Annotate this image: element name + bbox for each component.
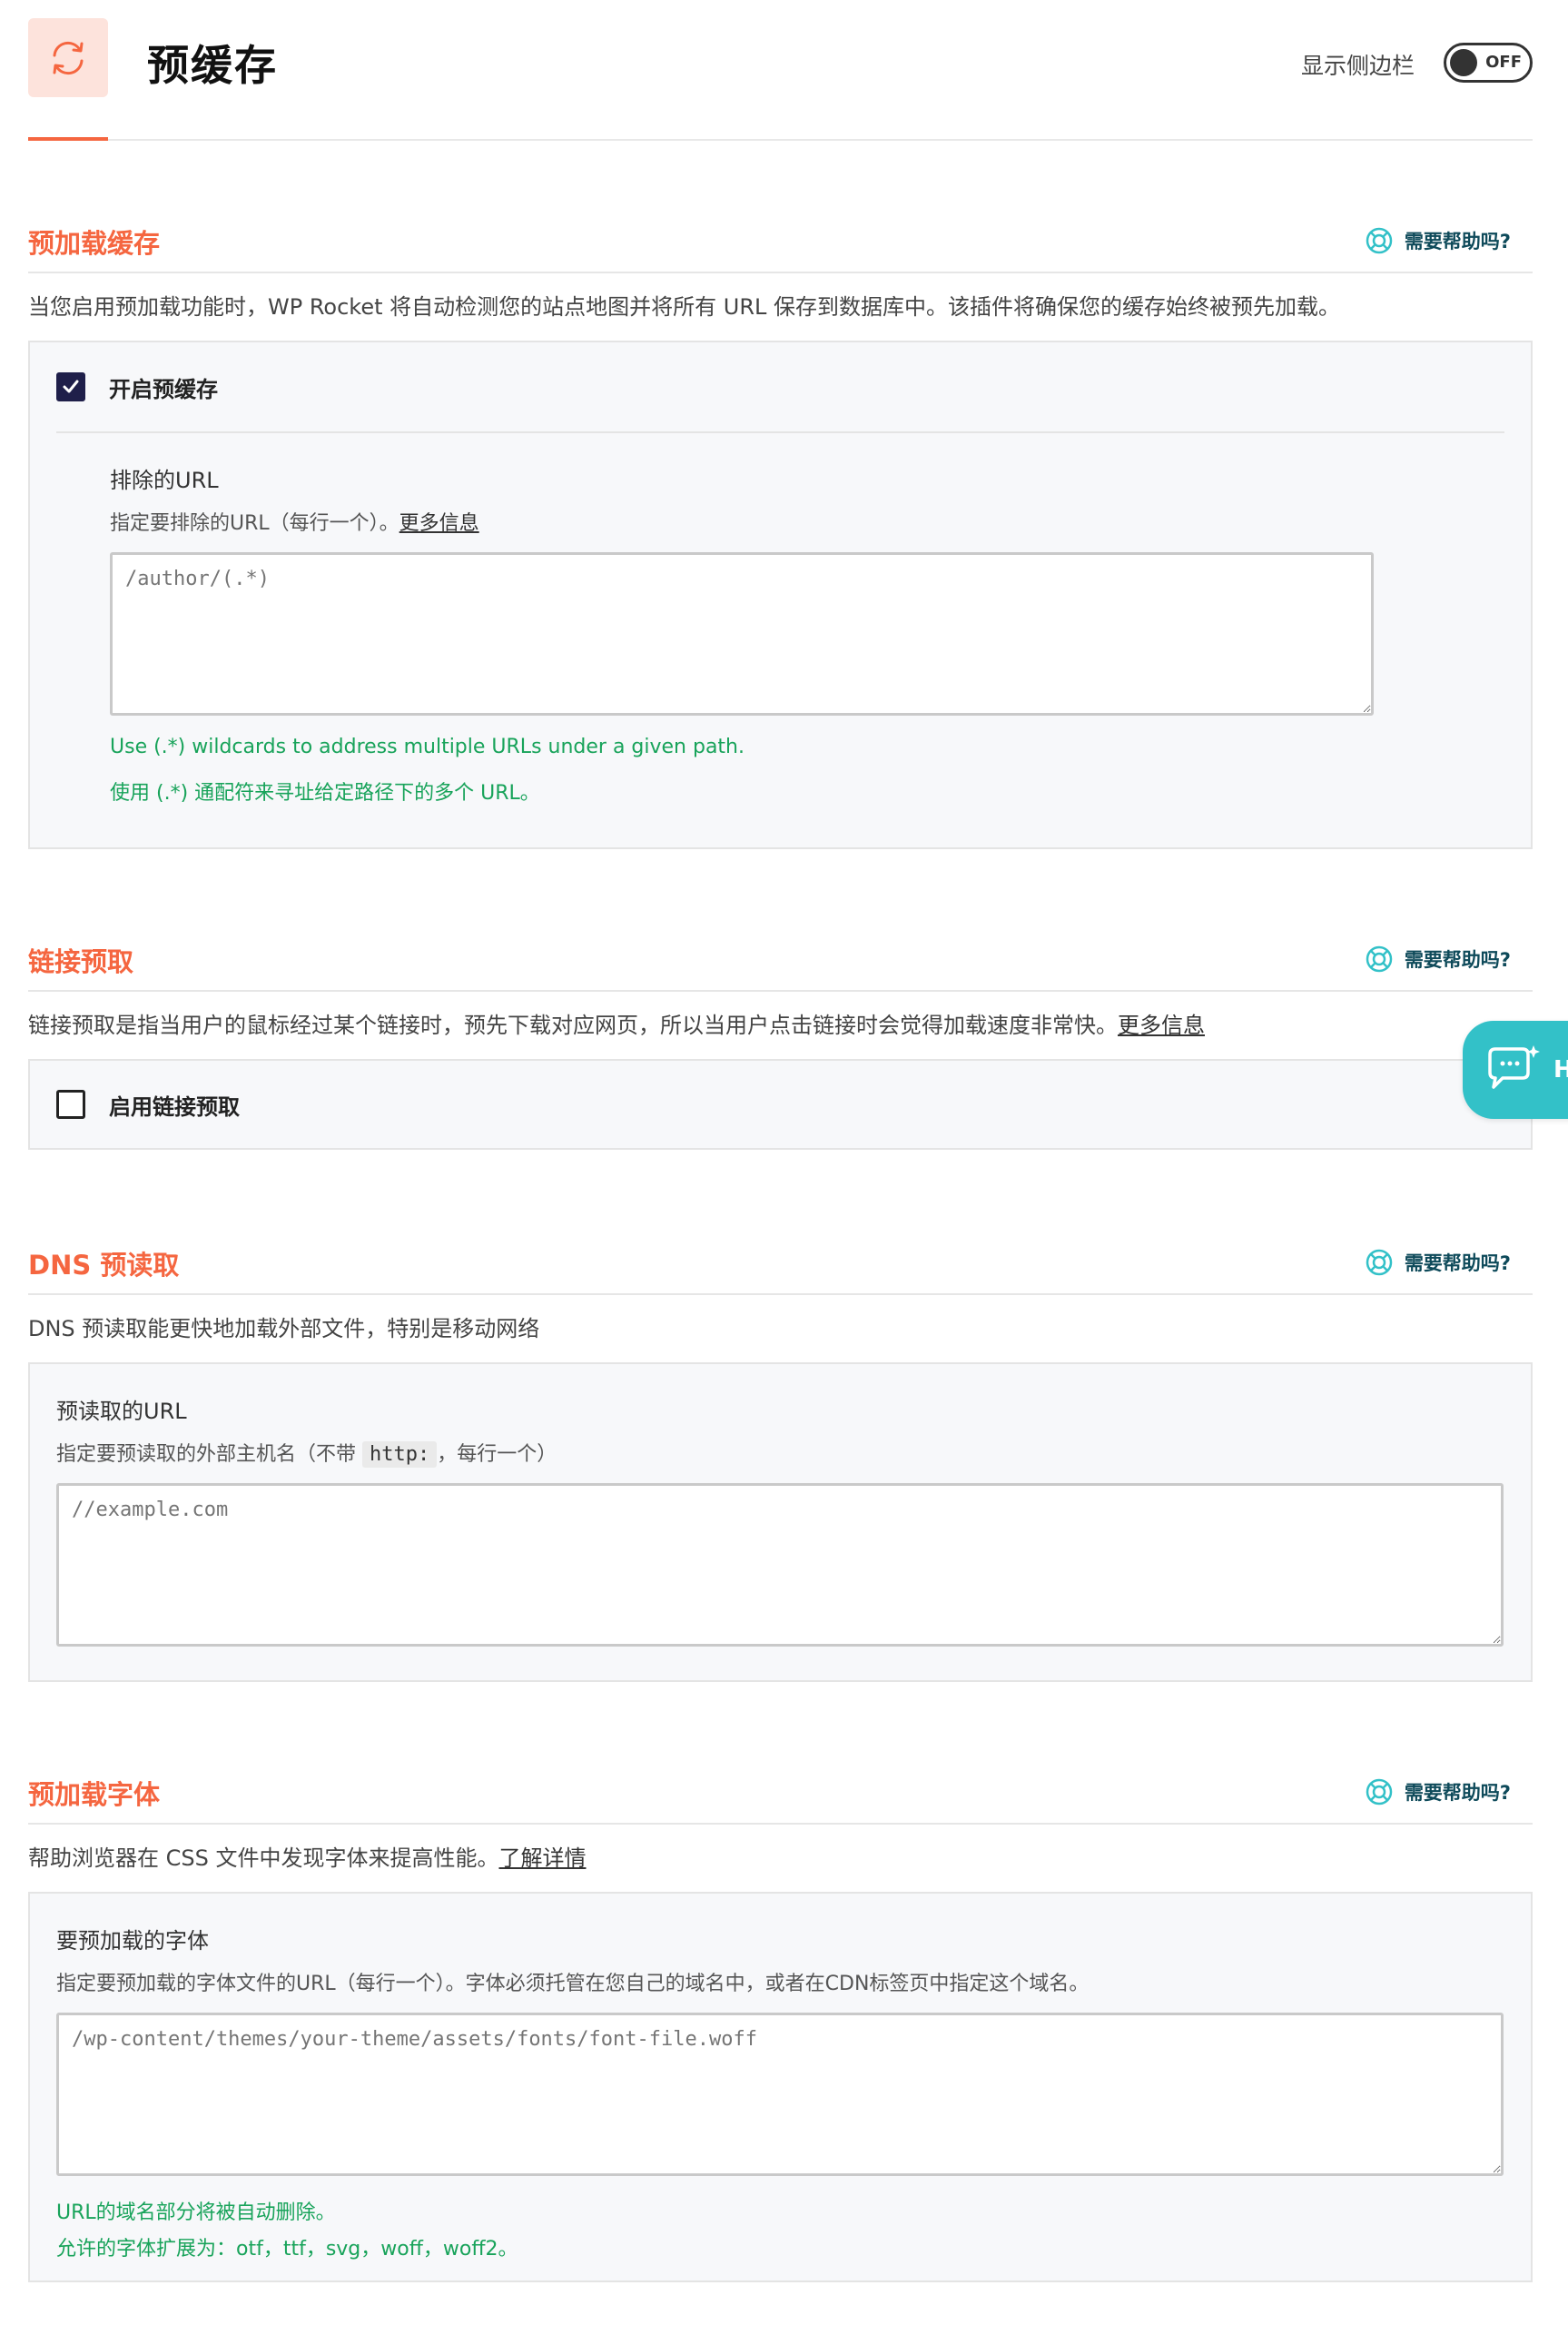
lifebuoy-icon bbox=[1366, 1249, 1393, 1276]
section-description: 链接预取是指当用户的鼠标经过某个链接时，预先下载对应网页，所以当用户点击链接时会… bbox=[28, 1013, 1205, 1038]
section-header: 链接预取 需要帮助吗? bbox=[28, 923, 1533, 992]
more-info-link[interactable]: 更多信息 bbox=[1118, 1013, 1205, 1038]
help-link[interactable]: 需要帮助吗? bbox=[1365, 1248, 1511, 1277]
link-prefetch-panel: 启用链接预取 bbox=[28, 1059, 1533, 1150]
section-title: 预加载缓存 bbox=[28, 228, 161, 259]
section-preload-fonts: 预加载字体 需要帮助吗? 帮助浏览器在 CSS 文件中发现字体来提高性能。了解详… bbox=[28, 1756, 1533, 2282]
section-description: DNS 预读取能更快地加载外部文件，特别是移动网络 bbox=[28, 1316, 540, 1341]
learn-more-link[interactable]: 了解详情 bbox=[498, 1845, 586, 1871]
chat-help-button[interactable]: H bbox=[1463, 1021, 1568, 1119]
toggle-knob bbox=[1450, 49, 1477, 76]
field-title: 预读取的URL bbox=[56, 1399, 187, 1424]
enable-preload-label: 开启预缓存 bbox=[109, 376, 218, 402]
section-description: 帮助浏览器在 CSS 文件中发现字体来提高性能。了解详情 bbox=[28, 1845, 587, 1871]
http-code: http: bbox=[362, 1441, 438, 1468]
show-sidebar-label: 显示侧边栏 bbox=[1300, 53, 1415, 79]
page-title: 预缓存 bbox=[147, 41, 278, 90]
help-link[interactable]: 需要帮助吗? bbox=[1365, 226, 1511, 255]
section-description: 当您启用预加载功能时，WP Rocket 将自动检测您的站点地图并将所有 URL… bbox=[28, 294, 1341, 320]
chat-bubble-icon bbox=[1488, 1045, 1540, 1089]
preload-panel: 开启预缓存 排除的URL 指定要排除的URL（每行一个）。更多信息 Use (.… bbox=[28, 341, 1533, 849]
dns-prefetch-textarea[interactable] bbox=[56, 1483, 1504, 1647]
domain-removal-hint: URL的域名部分将被自动删除。 bbox=[56, 2201, 336, 2224]
sidebar-toggle[interactable]: OFF bbox=[1444, 43, 1533, 83]
section-header: 预加载字体 需要帮助吗? bbox=[28, 1756, 1533, 1825]
checkmark-icon bbox=[63, 380, 79, 393]
field-help: 指定要排除的URL（每行一个）。更多信息 bbox=[110, 512, 479, 535]
dns-panel: 预读取的URL 指定要预读取的外部主机名（不带 http: ，每行一个） bbox=[28, 1362, 1533, 1682]
exclude-url-field: 排除的URL 指定要排除的URL（每行一个）。更多信息 Use (.*) wil… bbox=[110, 462, 1376, 806]
help-link[interactable]: 需要帮助吗? bbox=[1365, 945, 1511, 974]
field-title: 要预加载的字体 bbox=[56, 1928, 209, 1954]
more-info-link[interactable]: 更多信息 bbox=[399, 512, 479, 535]
fonts-panel: 要预加载的字体 指定要预加载的字体文件的URL（每行一个）。字体必须托管在您自己… bbox=[28, 1892, 1533, 2282]
enable-preload-row[interactable]: 开启预缓存 bbox=[56, 342, 1504, 433]
section-title: DNS 预读取 bbox=[28, 1250, 180, 1281]
font-extensions-hint: 允许的字体扩展为：otf，ttf，svg，woff，woff2。 bbox=[56, 2238, 518, 2261]
enable-link-prefetch-checkbox[interactable] bbox=[56, 1090, 85, 1119]
wildcard-hint-en: Use (.*) wildcards to address multiple U… bbox=[110, 736, 745, 758]
refresh-icon bbox=[28, 18, 108, 97]
section-dns-prefetch: DNS 预读取 需要帮助吗? DNS 预读取能更快地加载外部文件，特别是移动网络… bbox=[28, 1226, 1533, 1682]
lifebuoy-icon bbox=[1366, 945, 1393, 973]
preload-fonts-textarea[interactable] bbox=[56, 2013, 1504, 2176]
enable-link-prefetch-row[interactable]: 启用链接预取 bbox=[30, 1061, 1531, 1148]
exclude-url-textarea[interactable] bbox=[110, 552, 1374, 716]
section-title: 链接预取 bbox=[28, 946, 134, 977]
field-help: 指定要预读取的外部主机名（不带 http: ，每行一个） bbox=[56, 1441, 557, 1468]
lifebuoy-icon bbox=[1366, 1778, 1393, 1806]
help-link[interactable]: 需要帮助吗? bbox=[1365, 1777, 1511, 1806]
field-help: 指定要预加载的字体文件的URL（每行一个）。字体必须托管在您自己的域名中，或者在… bbox=[56, 1973, 1090, 1995]
section-title: 预加载字体 bbox=[28, 1779, 161, 1810]
section-header: DNS 预读取 需要帮助吗? bbox=[28, 1226, 1533, 1295]
toggle-state-text: OFF bbox=[1485, 53, 1522, 72]
section-preload: 预加载缓存 需要帮助吗? 当您启用预加载功能时，WP Rocket 将自动检测您… bbox=[28, 204, 1533, 849]
page-header: 预缓存 显示侧边栏 OFF bbox=[28, 0, 1533, 141]
section-link-prefetch: 链接预取 需要帮助吗? 链接预取是指当用户的鼠标经过某个链接时，预先下载对应网页… bbox=[28, 923, 1533, 1150]
chat-label: H bbox=[1553, 1056, 1568, 1083]
main-content: 预缓存 显示侧边栏 OFF 预加载缓存 需要帮助吗? 当您启用预加载功能时，WP… bbox=[28, 0, 1533, 2282]
active-tab-indicator bbox=[28, 137, 108, 141]
lifebuoy-icon bbox=[1366, 227, 1393, 254]
wildcard-hint-zh: 使用 (.*) 通配符来寻址给定路径下的多个 URL。 bbox=[110, 782, 540, 805]
section-header: 预加载缓存 需要帮助吗? bbox=[28, 204, 1533, 273]
enable-link-prefetch-label: 启用链接预取 bbox=[109, 1093, 240, 1120]
field-title: 排除的URL bbox=[110, 468, 219, 493]
enable-preload-checkbox[interactable] bbox=[56, 372, 85, 401]
